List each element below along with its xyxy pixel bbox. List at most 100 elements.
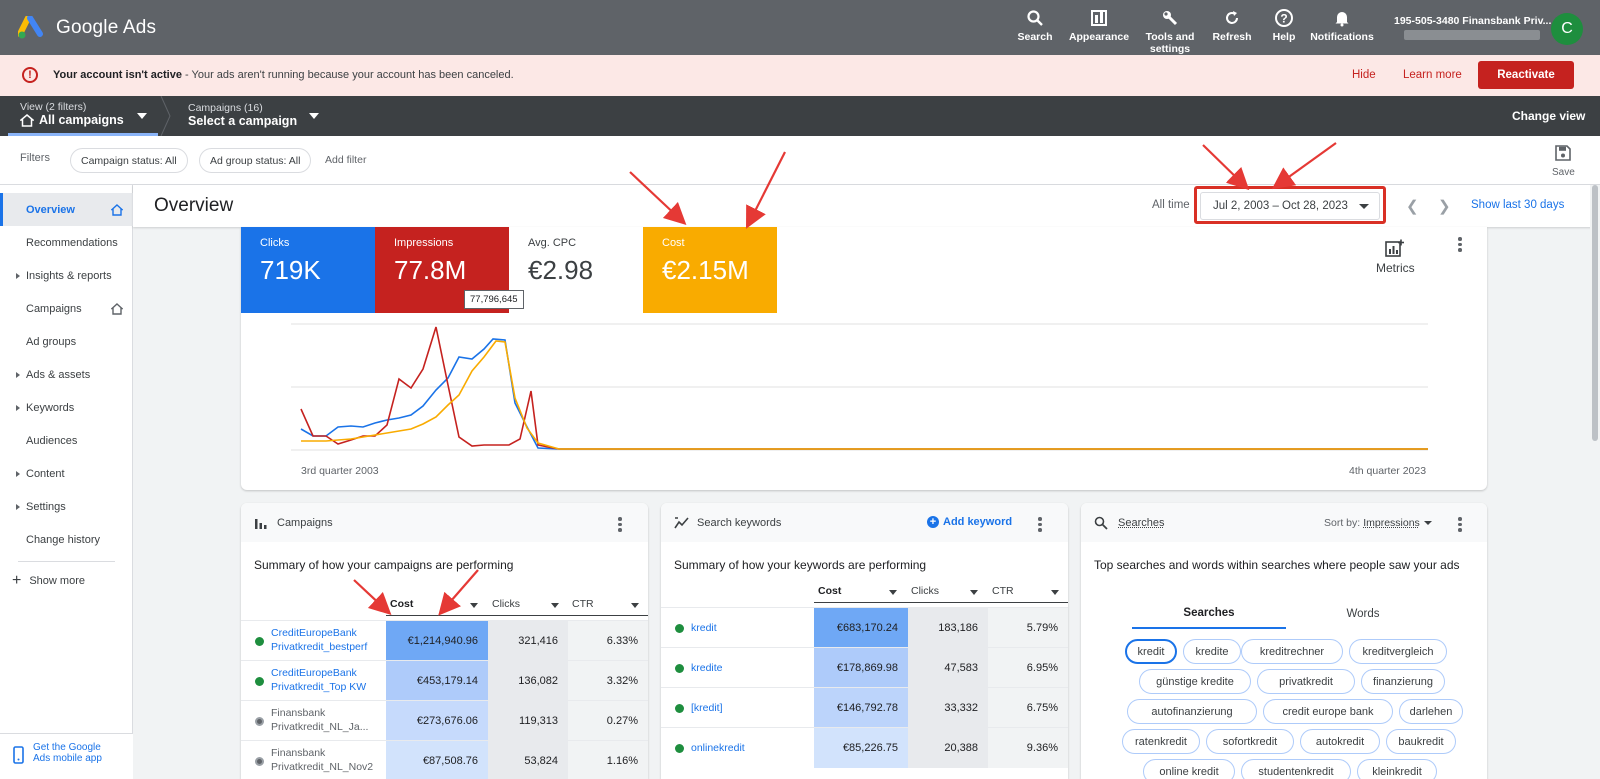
search-term-chip[interactable]: studentenkredit [1241, 759, 1351, 779]
table-row[interactable]: kredit €683,170.24 183,186 5.79% [661, 607, 1068, 648]
add-keyword-button[interactable]: + Add keyword [927, 516, 1012, 528]
search-term-chip[interactable]: darlehen [1399, 699, 1463, 724]
campaign-status-filter-chip[interactable]: Campaign status: All [70, 148, 188, 173]
keyword-link[interactable]: [kredit] [691, 701, 723, 715]
save-button[interactable]: Save [1552, 144, 1575, 178]
search-term-chip[interactable]: ratenkredit [1122, 729, 1200, 754]
table-row[interactable]: Finansbank Privatkredit_NL_Nov2 €87,508.76… [241, 740, 648, 779]
mobile-app-promo[interactable]: Get the Google Ads mobile app [0, 733, 133, 779]
table-row[interactable]: CreditEuropeBank Privatkredit_Top KW €453,… [241, 660, 648, 701]
account-name[interactable]: 195-505-3480 Finansbank Priv... [1394, 15, 1551, 27]
tab-searches[interactable]: Searches [1132, 599, 1286, 629]
more-options-icon[interactable] [1038, 517, 1042, 532]
keyword-link[interactable]: kredite [691, 661, 723, 675]
metric-tile-clicks[interactable]: Clicks 719K [241, 227, 375, 313]
card-title[interactable]: Searches [1118, 517, 1164, 529]
google-ads-logo[interactable]: Google Ads [18, 15, 156, 40]
avatar[interactable]: C [1551, 13, 1583, 45]
sidebar-item-insights-reports[interactable]: Insights & reports [0, 259, 133, 292]
tools-settings-button[interactable]: Tools and settings [1138, 0, 1202, 55]
add-filter-button[interactable]: Add filter [325, 154, 366, 166]
sidebar-item-keywords[interactable]: Keywords [0, 391, 133, 424]
table-row[interactable]: CreditEuropeBank Privatkredit_bestperf €1,… [241, 620, 648, 661]
keyword-link[interactable]: kredit [691, 621, 717, 635]
show-more-button[interactable]: + Show more [12, 572, 85, 590]
reactivate-button[interactable]: Reactivate [1478, 61, 1574, 89]
learn-more-link[interactable]: Learn more [1403, 69, 1462, 81]
clicks-cell: 136,082 [488, 661, 568, 701]
search-term-chip[interactable]: sofortkredit [1206, 729, 1294, 754]
search-term-chip[interactable]: online kredit [1143, 759, 1235, 779]
search-term-chip[interactable]: kredite [1183, 639, 1241, 664]
search-term-chip[interactable]: privatkredit [1257, 669, 1355, 694]
metric-tile-avg-cpc[interactable]: Avg. CPC €2.98 [509, 227, 643, 313]
chevron-left-icon[interactable]: ❮ [1406, 197, 1419, 215]
search-term-chip[interactable]: kreditrechner [1241, 639, 1343, 664]
sort-caret-icon[interactable] [551, 603, 559, 608]
sidebar-item-settings[interactable]: Settings [0, 490, 133, 523]
ad-group-status-filter-chip[interactable]: Ad group status: All [199, 148, 312, 173]
tab-words[interactable]: Words [1286, 599, 1440, 629]
metric-tile-cost[interactable]: Cost €2.15M [643, 227, 777, 313]
search-term-chip[interactable]: kleinkredit [1357, 759, 1437, 779]
sort-caret-icon[interactable] [889, 590, 897, 595]
more-options-icon[interactable] [1458, 237, 1462, 252]
campaign-dropdown-caret[interactable] [309, 113, 319, 119]
show-last-30-days-link[interactable]: Show last 30 days [1471, 199, 1564, 211]
sidebar-item-campaigns[interactable]: Campaigns [0, 292, 133, 325]
table-row[interactable]: [kredit] €146,792.78 33,332 6.75% [661, 687, 1068, 728]
column-header-ctr[interactable]: CTR [572, 598, 594, 610]
campaign-name-link[interactable]: CreditEuropeBank Privatkredit_Top KW [271, 666, 366, 694]
breadcrumb-chevron-icon [160, 96, 171, 136]
more-options-icon[interactable] [618, 517, 622, 532]
keyword-link[interactable]: onlinekredit [691, 741, 745, 755]
appearance-button[interactable]: Appearance [1060, 0, 1138, 55]
campaign-name-link[interactable]: Finansbank Privatkredit_NL_Ja... [271, 706, 368, 734]
sort-by-control[interactable]: Sort by: Impressions [1324, 517, 1432, 529]
help-button[interactable]: ? Help [1262, 0, 1306, 55]
sort-caret-icon[interactable] [631, 603, 639, 608]
notifications-button[interactable]: Notifications [1306, 0, 1378, 55]
scrollbar-thumb[interactable] [1592, 185, 1598, 441]
refresh-button[interactable]: Refresh [1202, 0, 1262, 55]
change-view-button[interactable]: Change view [1512, 109, 1585, 123]
table-row[interactable]: Finansbank Privatkredit_NL_Ja... €273,676.… [241, 700, 648, 741]
search-term-chip[interactable]: autofinanzierung [1127, 699, 1257, 724]
search-button[interactable]: Search [1010, 0, 1060, 55]
refresh-icon [1222, 8, 1242, 28]
sort-caret-icon[interactable] [470, 603, 478, 608]
sidebar-item-recommendations[interactable]: Recommendations [0, 226, 133, 259]
view-selector[interactable]: View (2 filters) All campaigns [20, 101, 124, 127]
search-term-chip[interactable]: günstige kredite [1139, 669, 1251, 694]
page-scrollbar[interactable] [1590, 185, 1600, 779]
metrics-button[interactable]: Metrics [1376, 239, 1415, 275]
hide-link[interactable]: Hide [1352, 69, 1376, 81]
column-header-ctr[interactable]: CTR [992, 585, 1014, 597]
sort-caret-icon[interactable] [1051, 590, 1059, 595]
campaign-name-link[interactable]: Finansbank Privatkredit_NL_Nov2 [271, 746, 373, 774]
sidebar-item-content[interactable]: Content [0, 457, 133, 490]
sidebar-item-change-history[interactable]: Change history [0, 523, 133, 556]
search-term-chip[interactable]: kredit [1125, 639, 1177, 664]
table-row[interactable]: kredite €178,869.98 47,583 6.95% [661, 647, 1068, 688]
table-row[interactable]: onlinekredit €85,226.75 20,388 9.36% [661, 727, 1068, 768]
search-term-chip[interactable]: kreditvergleich [1349, 639, 1447, 664]
sidebar-item-ads-assets[interactable]: Ads & assets [0, 358, 133, 391]
column-header-clicks[interactable]: Clicks [492, 598, 520, 610]
search-term-chip[interactable]: autokredit [1300, 729, 1380, 754]
column-header-cost[interactable]: Cost [390, 598, 413, 610]
search-term-chip[interactable]: credit europe bank [1263, 699, 1393, 724]
more-options-icon[interactable] [1458, 517, 1462, 532]
sidebar-item-overview[interactable]: Overview [0, 193, 133, 226]
view-dropdown-caret[interactable] [137, 113, 147, 119]
campaign-selector[interactable]: Campaigns (16) Select a campaign [188, 102, 297, 128]
search-term-chip[interactable]: finanzierung [1361, 669, 1445, 694]
search-term-chip[interactable]: baukredit [1386, 729, 1456, 754]
sort-caret-icon[interactable] [970, 590, 978, 595]
sidebar-item-audiences[interactable]: Audiences [0, 424, 133, 457]
chevron-right-icon[interactable]: ❯ [1438, 197, 1451, 215]
campaign-name-link[interactable]: CreditEuropeBank Privatkredit_bestperf [271, 626, 367, 654]
column-header-cost[interactable]: Cost [818, 585, 841, 597]
sidebar-item-ad-groups[interactable]: Ad groups [0, 325, 133, 358]
column-header-clicks[interactable]: Clicks [911, 585, 939, 597]
